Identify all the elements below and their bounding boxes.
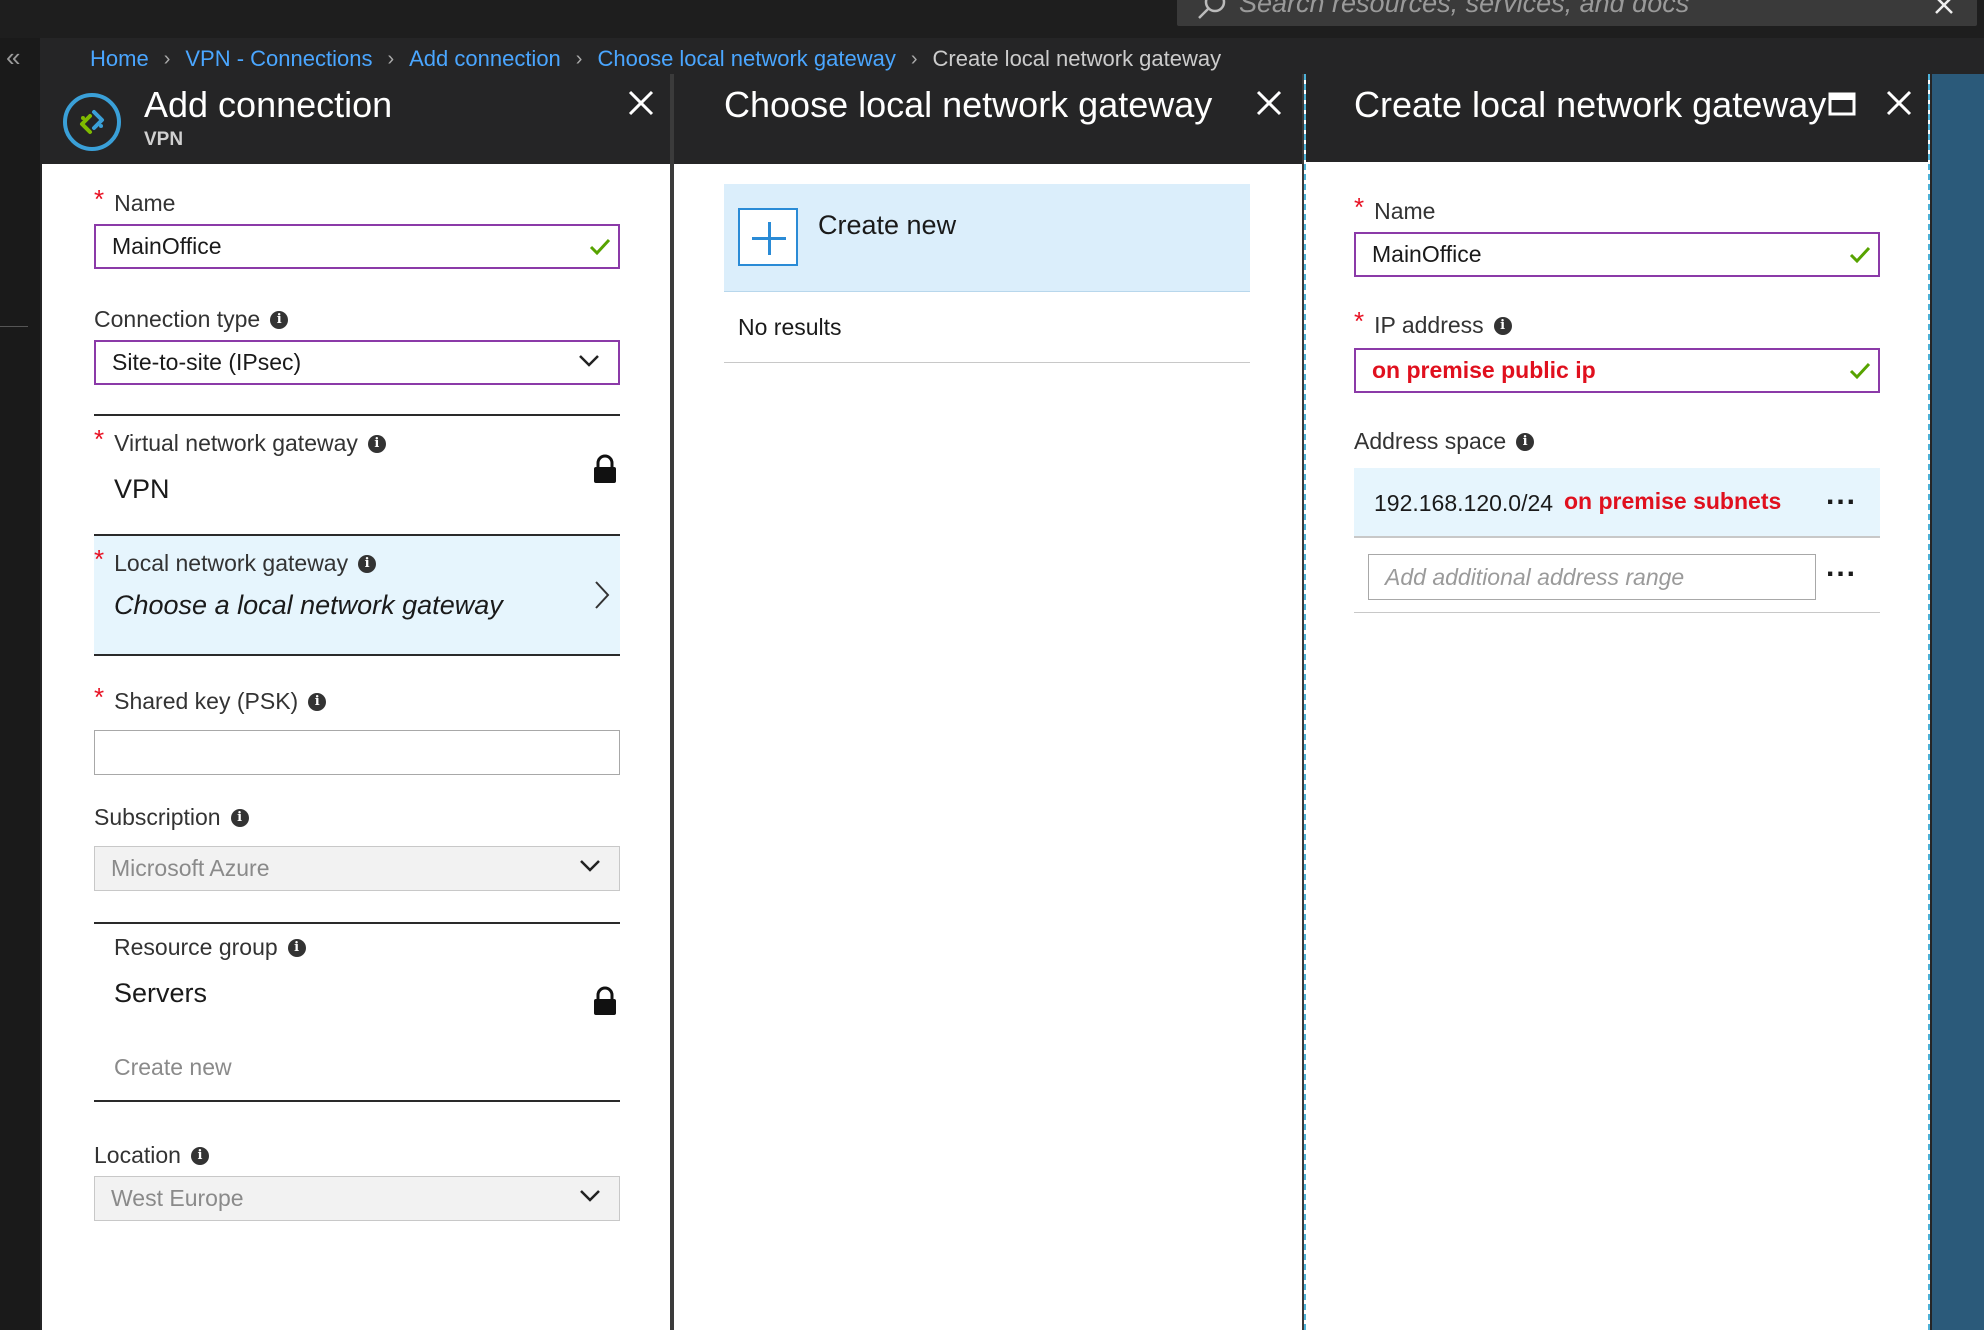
lng-name-input[interactable]: MainOffice <box>1354 232 1880 277</box>
lng-label: * Local network gateway i <box>94 544 377 579</box>
blade-header: Create local network gateway <box>1306 74 1928 162</box>
divider <box>94 1100 620 1102</box>
connection-type-label: Connection type i <box>94 306 289 333</box>
expand-sidebar-icon[interactable]: « <box>6 42 20 73</box>
close-icon[interactable] <box>1256 90 1282 116</box>
breadcrumb-choose-lng[interactable]: Choose local network gateway <box>597 46 895 72</box>
blade-subtitle: VPN <box>144 129 184 150</box>
add-address-range-input[interactable]: Add additional address range <box>1368 554 1816 600</box>
resource-group-value: Servers <box>114 978 208 1008</box>
blade-title: Add connection <box>144 84 393 125</box>
divider <box>94 414 620 416</box>
resource-group-create-new[interactable]: Create new <box>114 1054 232 1081</box>
blade-create-local-network-gateway: Create local network gateway * Name MainO… <box>1304 74 1930 1330</box>
chevron-right-icon: › <box>163 47 171 70</box>
resource-group-label: Resource group i <box>114 934 306 961</box>
sidebar-divider <box>0 326 28 327</box>
global-search[interactable]: Search resources, services, and docs <box>1177 0 1977 26</box>
breadcrumb-add-connection[interactable]: Add connection <box>409 46 561 72</box>
name-label: * Name <box>1354 192 1436 224</box>
chevron-down-icon <box>580 860 600 872</box>
no-results-text: No results <box>738 314 842 340</box>
name-label: * Name <box>94 184 176 216</box>
address-space-label: Address space i <box>1354 428 1535 455</box>
add-address-range-placeholder: Add additional address range <box>1385 563 1685 590</box>
ip-address-label: * IP address i <box>1354 306 1512 341</box>
chevron-right-icon: › <box>575 47 583 70</box>
checkmark-icon <box>589 238 611 256</box>
psk-label: * Shared key (PSK) i <box>94 682 327 717</box>
breadcrumb-current: Create local network gateway <box>932 46 1222 71</box>
right-panel-edge <box>1932 74 1984 1330</box>
info-icon[interactable]: i <box>1493 316 1512 335</box>
blade-title: Choose local network gateway <box>724 84 1213 125</box>
info-icon[interactable]: i <box>308 692 327 711</box>
vng-value: VPN <box>114 474 170 504</box>
divider <box>94 654 620 656</box>
info-icon[interactable]: i <box>358 554 377 573</box>
lng-value: Choose a local network gateway <box>114 590 503 620</box>
connection-type-select[interactable]: Site-to-site (IPsec) <box>94 340 620 385</box>
create-new-button[interactable]: Create new <box>724 184 1250 292</box>
chevron-right-icon: › <box>387 47 395 70</box>
search-input[interactable]: Search resources, services, and docs <box>1239 0 1689 19</box>
divider <box>724 362 1250 363</box>
chevron-right-icon <box>595 581 610 609</box>
checkmark-icon <box>1849 362 1871 380</box>
subscription-label: Subscription i <box>94 804 249 831</box>
name-input[interactable]: MainOffice <box>94 224 620 269</box>
chevron-down-icon <box>580 1190 600 1202</box>
info-icon[interactable]: i <box>190 1146 209 1165</box>
ip-address-value: on premise public ip <box>1372 357 1596 383</box>
more-options-icon[interactable]: ... <box>1826 478 1857 512</box>
location-select[interactable]: West Europe <box>94 1176 620 1221</box>
blade-title: Create local network gateway <box>1354 84 1827 125</box>
info-icon[interactable]: i <box>270 310 289 329</box>
add-icon <box>738 208 798 266</box>
blade-choose-local-network-gateway: Choose local network gateway Create new … <box>674 74 1302 1330</box>
blade-add-connection: Add connection VPN * Name MainOffice Conn… <box>42 74 670 1330</box>
location-label: Location i <box>94 1142 209 1169</box>
address-annotation: on premise subnets <box>1564 488 1782 514</box>
lock-icon <box>594 454 616 483</box>
close-search-icon[interactable] <box>1933 0 1955 16</box>
checkmark-icon <box>1849 246 1871 264</box>
info-icon[interactable]: i <box>367 434 386 453</box>
chevron-down-icon <box>579 355 599 367</box>
more-options-icon[interactable]: ... <box>1826 550 1857 584</box>
info-icon[interactable]: i <box>230 808 249 827</box>
local-network-gateway-selector[interactable]: * Local network gateway i Choose a local n… <box>94 536 620 654</box>
info-icon[interactable]: i <box>1516 432 1535 451</box>
divider <box>1354 612 1880 613</box>
subscription-select[interactable]: Microsoft Azure <box>94 846 620 891</box>
divider <box>94 922 620 924</box>
breadcrumb-vpn-connections[interactable]: VPN - Connections <box>185 46 372 72</box>
top-bar: Search resources, services, and docs <box>0 0 1984 38</box>
close-icon[interactable] <box>628 90 654 116</box>
lng-name-value: MainOffice <box>1372 241 1482 267</box>
blade-header: Choose local network gateway <box>674 74 1302 164</box>
blade-header: Add connection VPN <box>42 74 670 164</box>
vng-label: * Virtual network gateway i <box>94 424 386 459</box>
location-value: West Europe <box>111 1185 244 1211</box>
address-range-value: 192.168.120.0/24 <box>1374 490 1554 516</box>
chevron-right-icon: › <box>910 47 918 70</box>
ip-address-input[interactable]: on premise public ip <box>1354 348 1880 393</box>
subscription-value: Microsoft Azure <box>111 855 270 881</box>
create-new-label: Create new <box>818 210 957 240</box>
lock-icon <box>594 986 616 1015</box>
search-icon <box>1198 0 1226 19</box>
address-range-row[interactable]: 192.168.120.0/24 on premise subnets ... <box>1354 468 1880 538</box>
shared-key-input[interactable] <box>94 730 620 775</box>
connection-type-value: Site-to-site (IPsec) <box>112 349 302 375</box>
name-value: MainOffice <box>112 233 222 259</box>
close-icon[interactable] <box>1886 90 1912 116</box>
vpn-connection-icon <box>63 93 121 151</box>
left-sidebar-collapsed: « <box>0 38 40 1330</box>
info-icon[interactable]: i <box>287 938 306 957</box>
maximize-icon[interactable] <box>1828 92 1856 116</box>
breadcrumb: Home › VPN - Connections › Add connectio… <box>90 44 1221 74</box>
breadcrumb-home[interactable]: Home <box>90 46 149 72</box>
